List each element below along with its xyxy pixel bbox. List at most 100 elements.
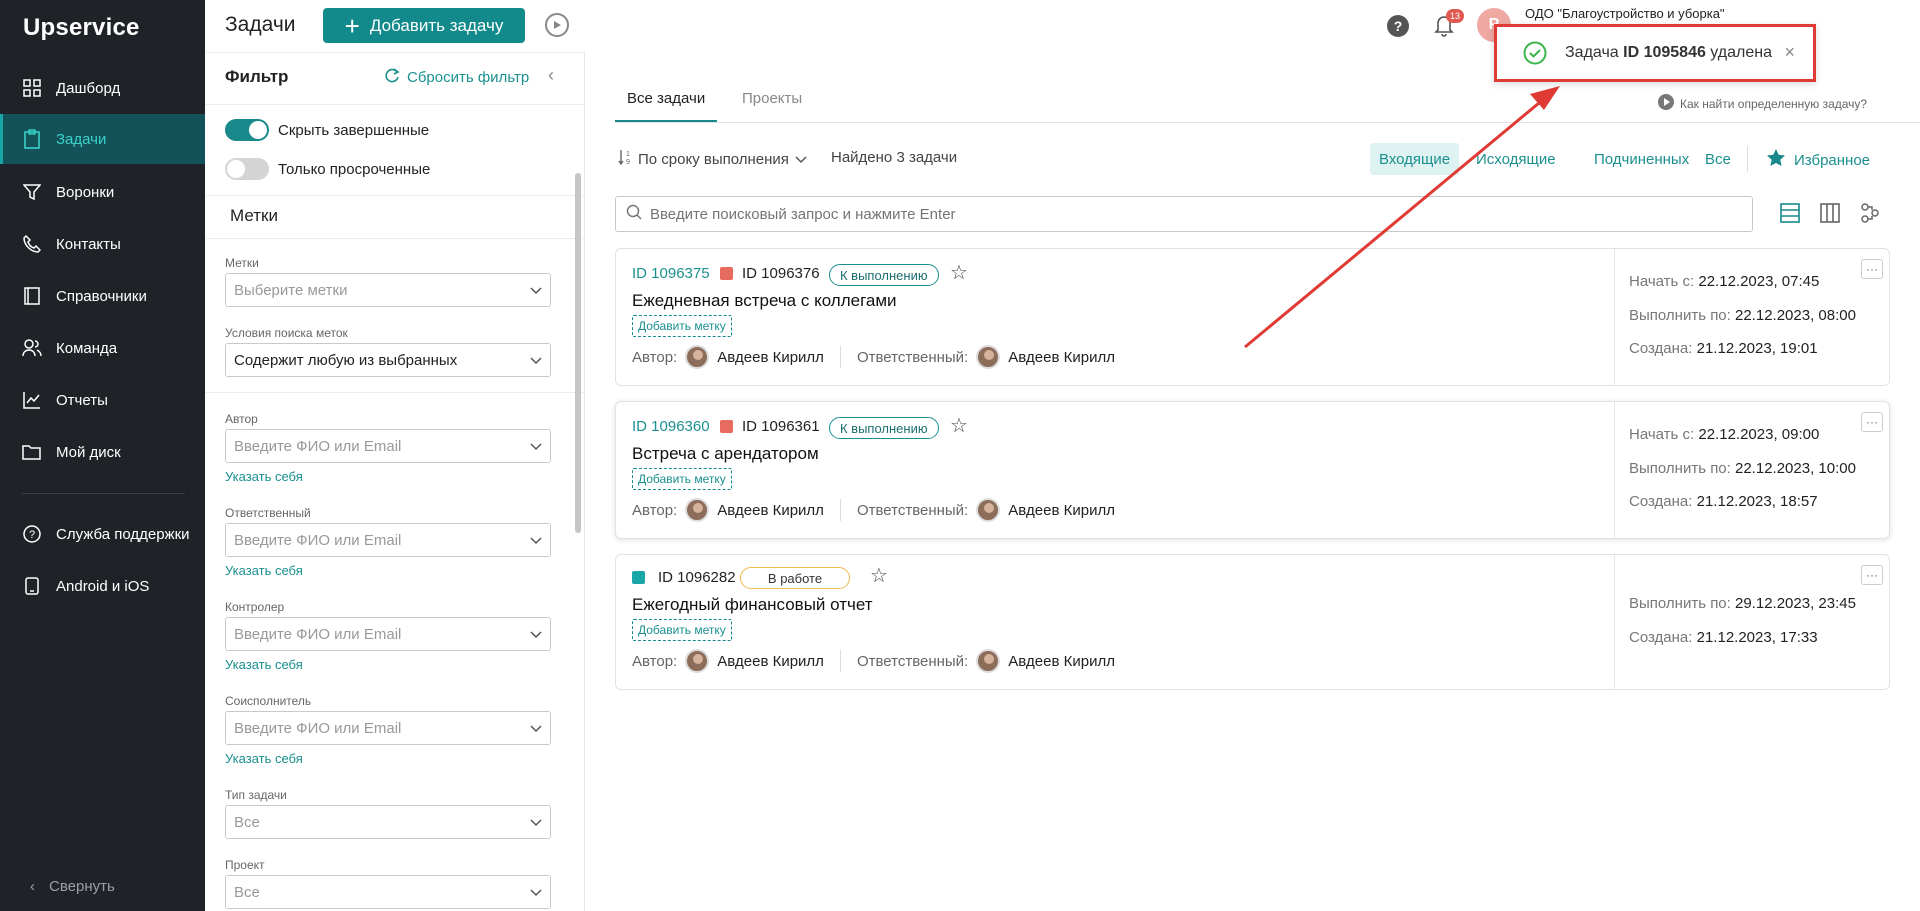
star-icon[interactable]: ☆ xyxy=(950,260,968,285)
scope-incoming[interactable]: Входящие xyxy=(1370,143,1460,175)
author-name[interactable]: Авдеев Кирилл xyxy=(717,502,824,519)
nav-item-contacts[interactable]: Контакты xyxy=(0,219,205,269)
label-condition-select[interactable]: Содержит любую из выбранных xyxy=(225,343,551,377)
filter-scrollbar[interactable] xyxy=(575,173,581,533)
nav-label: Контакты xyxy=(56,235,121,253)
add-task-button[interactable]: + Добавить задачу xyxy=(323,8,525,43)
labels-select[interactable]: Выберите метки xyxy=(225,273,551,307)
task-card[interactable]: ID 1096375 ID 1096376 К выполнению ☆ Еже… xyxy=(615,248,1890,386)
parent-task-id[interactable]: ID 1096360 xyxy=(632,418,710,435)
controller-select[interactable]: Введите ФИО или Email xyxy=(225,617,551,651)
created-date: Создана: 21.12.2023, 17:33 xyxy=(1629,629,1818,646)
tabs-divider xyxy=(615,122,1920,123)
scope-outgoing[interactable]: Исходящие xyxy=(1467,143,1565,175)
field-label: Метки xyxy=(225,256,259,270)
coexecutor-set-me-link[interactable]: Указать себя xyxy=(225,751,303,766)
hierarchy-view-icon[interactable] xyxy=(1857,200,1883,226)
list-view-icon[interactable] xyxy=(1777,200,1803,226)
coexecutor-select[interactable]: Введите ФИО или Email xyxy=(225,711,551,745)
due-label: Выполнить по: xyxy=(1629,595,1731,612)
author-name[interactable]: Авдеев Кирилл xyxy=(717,653,824,670)
divider xyxy=(839,650,841,672)
divider xyxy=(1747,146,1748,172)
start-date: Начать с: 22.12.2023, 07:45 xyxy=(1629,273,1819,290)
author-label: Автор: xyxy=(632,501,678,519)
close-icon[interactable]: × xyxy=(1784,42,1795,63)
nav-item-reports[interactable]: Отчеты xyxy=(0,375,205,425)
chevron-left-icon[interactable]: ‹ xyxy=(548,65,554,86)
task-title[interactable]: Ежегодный финансовый отчет xyxy=(632,595,873,615)
controller-set-me-link[interactable]: Указать себя xyxy=(225,657,303,672)
more-menu-icon[interactable]: ··· xyxy=(1861,412,1883,432)
add-tag-button[interactable]: Добавить метку xyxy=(632,315,732,337)
project-select[interactable]: Все xyxy=(225,875,551,909)
plus-icon: + xyxy=(344,10,360,41)
assignee-name[interactable]: Авдеев Кирилл xyxy=(1008,653,1115,670)
hide-completed-toggle[interactable] xyxy=(225,119,269,141)
task-card[interactable]: ID 1096282 В работе ☆ Ежегодный финансов… xyxy=(615,554,1890,690)
task-people: Автор: Авдеев Кирилл Ответственный: Авде… xyxy=(632,649,1115,673)
avatar xyxy=(976,649,1001,673)
nav-item-mobile[interactable]: Android и iOS xyxy=(0,561,205,611)
star-icon[interactable]: ☆ xyxy=(870,563,888,588)
more-menu-icon[interactable]: ··· xyxy=(1861,259,1883,279)
created-label: Создана: xyxy=(1629,629,1693,646)
search-icon xyxy=(626,204,642,224)
found-count: Найдено 3 задачи xyxy=(831,149,958,166)
assignee-name[interactable]: Авдеев Кирилл xyxy=(1008,502,1115,519)
tab-projects[interactable]: Проекты xyxy=(742,90,802,122)
author-label: Автор: xyxy=(632,348,678,366)
task-id: ID 1096282 xyxy=(658,569,736,586)
task-title[interactable]: Ежедневная встреча с коллегами xyxy=(632,291,897,311)
grid-icon xyxy=(22,78,42,98)
add-tag-button[interactable]: Добавить метку xyxy=(632,619,732,641)
author-name[interactable]: Авдеев Кирилл xyxy=(717,349,824,366)
star-icon[interactable]: ☆ xyxy=(950,413,968,438)
app-logo[interactable]: Upservice xyxy=(23,14,140,42)
scope-subordinates[interactable]: Подчиненных xyxy=(1585,143,1698,175)
nav-label: Служба поддержки xyxy=(56,525,190,543)
created-label: Создана: xyxy=(1629,340,1693,357)
select-value: Введите ФИО или Email xyxy=(234,531,402,549)
nav-item-support[interactable]: ? Служба поддержки xyxy=(0,509,205,559)
nav-item-team[interactable]: Команда xyxy=(0,323,205,373)
task-title[interactable]: Встреча с арендатором xyxy=(632,444,819,464)
play-video-icon[interactable] xyxy=(545,13,569,37)
add-tag-button[interactable]: Добавить метку xyxy=(632,468,732,490)
sort-dropdown[interactable]: 19 По сроку выполнения xyxy=(618,149,807,169)
nav-item-tasks[interactable]: Задачи xyxy=(0,114,205,164)
nav-item-my-disk[interactable]: Мой диск xyxy=(0,427,205,477)
select-value: Введите ФИО или Email xyxy=(234,625,402,643)
sort-label: По сроку выполнения xyxy=(638,150,789,168)
task-type-select[interactable]: Все xyxy=(225,805,551,839)
overdue-only-toggle[interactable] xyxy=(225,158,269,180)
task-card[interactable]: ID 1096360 ID 1096361 К выполнению ☆ Вст… xyxy=(615,401,1890,539)
meeting-type-icon xyxy=(720,267,733,280)
nav-item-directories[interactable]: Справочники xyxy=(0,271,205,321)
due-label: Выполнить по: xyxy=(1629,460,1731,477)
nav-item-dashboard[interactable]: Дашборд xyxy=(0,63,205,113)
reset-filter-button[interactable]: Сбросить фильтр xyxy=(385,68,529,87)
tab-all-tasks[interactable]: Все задачи xyxy=(615,90,718,122)
assignee-name[interactable]: Авдеев Кирилл xyxy=(1008,349,1115,366)
author-set-me-link[interactable]: Указать себя xyxy=(225,469,303,484)
howto-link[interactable]: Как найти определенную задачу? xyxy=(1658,94,1867,113)
chevron-down-icon xyxy=(530,352,542,369)
nav-item-funnels[interactable]: Воронки xyxy=(0,167,205,217)
more-menu-icon[interactable]: ··· xyxy=(1861,565,1883,585)
task-id-row: ID 1096360 xyxy=(632,418,710,435)
help-icon[interactable]: ? xyxy=(1387,15,1409,37)
collapse-sidebar-button[interactable]: ‹ Свернуть xyxy=(30,878,115,895)
assignee-select[interactable]: Введите ФИО или Email xyxy=(225,523,551,557)
parent-task-id[interactable]: ID 1096375 xyxy=(632,265,710,282)
favorites-button[interactable]: Избранное xyxy=(1766,148,1870,172)
scope-all[interactable]: Все xyxy=(1696,143,1740,175)
search-input[interactable] xyxy=(650,205,1730,223)
task-id: ID 1096376 xyxy=(742,265,820,282)
assignee-set-me-link[interactable]: Указать себя xyxy=(225,563,303,578)
toggle-knob xyxy=(227,160,245,178)
kanban-view-icon[interactable] xyxy=(1817,200,1843,226)
author-select[interactable]: Введите ФИО или Email xyxy=(225,429,551,463)
howto-label: Как найти определенную задачу? xyxy=(1680,96,1868,111)
org-name[interactable]: ОДО "Благоустройство и уборка" xyxy=(1525,6,1725,21)
